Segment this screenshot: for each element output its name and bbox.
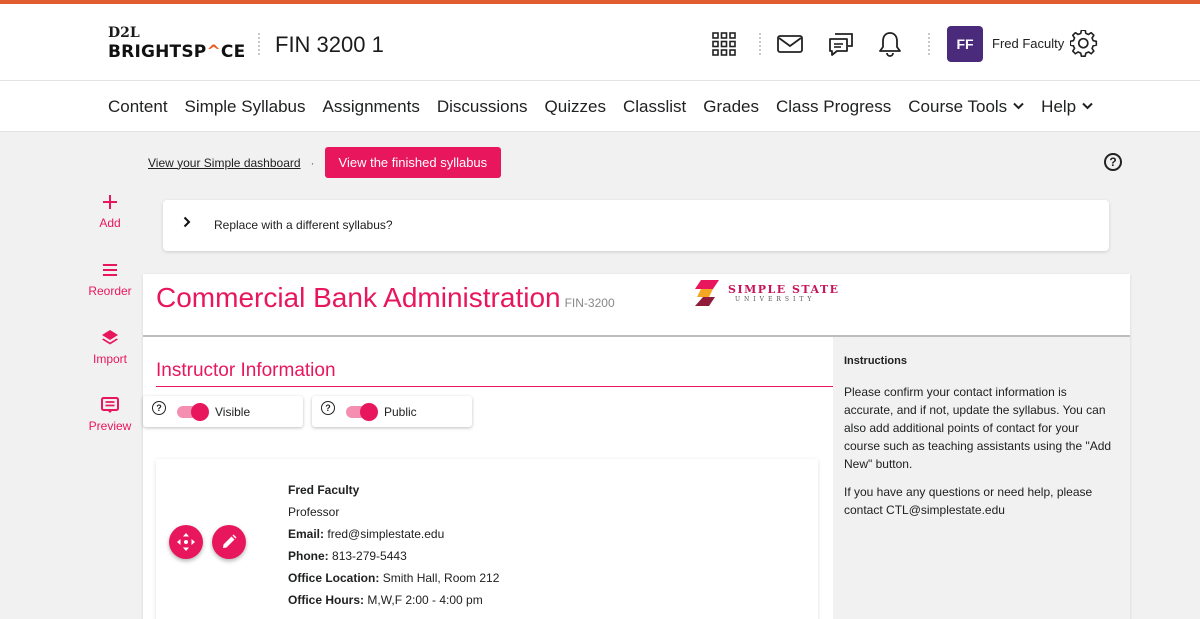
dashboard-link[interactable]: View your Simple dashboard	[148, 156, 301, 170]
sidebar-item-label: Import	[92, 352, 127, 366]
avatar[interactable]: FF	[947, 26, 983, 62]
chevron-down-icon	[1082, 101, 1093, 113]
question-icon[interactable]: ?	[152, 401, 166, 415]
instructions-help-text: If you have any questions or need help, …	[844, 485, 1093, 517]
header-divider	[258, 33, 260, 55]
app-grid-icon[interactable]	[709, 29, 739, 59]
toggle-knob[interactable]	[360, 403, 378, 421]
course-code: FIN-3200	[564, 296, 615, 310]
instructor-name: Fred Faculty	[288, 483, 360, 497]
sidebar-item-label: Reorder	[88, 284, 132, 298]
header-divider	[759, 33, 761, 55]
brightspace-logo[interactable]: D2L BRIGHTSP^CE	[108, 25, 248, 65]
bell-icon[interactable]	[875, 29, 905, 59]
course-title[interactable]: FIN 3200 1	[275, 32, 384, 58]
view-finished-syllabus-button[interactable]: View the finished syllabus	[324, 147, 502, 178]
pencil-icon	[223, 534, 237, 548]
syllabus-editor: Commercial Bank Administration FIN-3200 S…	[143, 274, 1130, 619]
separator: ·	[310, 155, 315, 170]
section-divider	[156, 386, 833, 387]
layers-icon	[84, 328, 136, 348]
reorder-icon	[84, 260, 136, 280]
logo-d2l: D2L	[108, 25, 140, 41]
public-toggle-label: Public	[384, 405, 417, 419]
university-name: SIMPLE STATE	[728, 283, 840, 296]
nav-grades[interactable]: Grades	[703, 97, 759, 117]
move-button[interactable]	[169, 525, 203, 559]
section-title: Instructor Information	[156, 360, 336, 381]
instructor-office: Office Location: Smith Hall, Room 212	[288, 571, 500, 585]
instructor-hours: Office Hours: M,W,F 2:00 - 4:00 pm	[288, 593, 483, 607]
instructions-text: Please confirm your contact information …	[844, 385, 1112, 471]
gear-icon[interactable]	[1069, 29, 1099, 59]
sidebar-item-label: Add	[99, 216, 121, 230]
university-logo-icon	[695, 280, 719, 306]
instructor-email: Email: fred@simplestate.edu	[288, 527, 445, 541]
course-name: Commercial Bank Administration FIN-3200	[156, 282, 615, 313]
instructions-panel: Instructions Please confirm your contact…	[833, 337, 1130, 619]
replace-syllabus-accordion[interactable]: Replace with a different syllabus?	[163, 200, 1109, 251]
syllabus-toolbar: View your Simple dashboard · View the fi…	[148, 147, 502, 178]
toggle-knob[interactable]	[191, 403, 209, 421]
sidebar-item-add[interactable]: Add	[84, 192, 136, 230]
sidebar-item-label: Preview	[88, 419, 132, 433]
chat-icon[interactable]	[826, 29, 856, 59]
edit-button[interactable]	[212, 525, 246, 559]
nav-simple-syllabus[interactable]: Simple Syllabus	[185, 97, 306, 117]
sidebar-item-import[interactable]: Import	[84, 328, 136, 366]
visible-toggle-label: Visible	[215, 405, 251, 419]
instructor-phone: Phone: 813-279-5443	[288, 549, 407, 563]
sidebar-item-reorder[interactable]: Reorder	[84, 260, 136, 298]
course-navbar: Content Simple Syllabus Assignments Disc…	[0, 81, 1200, 132]
sidebar-item-preview[interactable]: Preview	[84, 395, 136, 433]
global-header: D2L BRIGHTSP^CE FIN 3200 1 FF Fred Facul…	[0, 4, 1200, 81]
chevron-down-icon	[1013, 101, 1024, 113]
instructor-contact-card: Fred Faculty Professor Email: fred@simpl…	[156, 459, 818, 619]
nav-class-progress[interactable]: Class Progress	[776, 97, 891, 117]
instructor-role: Professor	[288, 505, 340, 519]
chevron-right-icon	[183, 215, 191, 231]
preview-icon	[84, 395, 136, 415]
mail-icon[interactable]	[775, 29, 805, 59]
plus-icon	[84, 192, 136, 212]
logo-brightspace: BRIGHTSP^CE	[108, 42, 246, 62]
syllabus-title-row: Commercial Bank Administration FIN-3200 S…	[143, 274, 1130, 337]
nav-discussions[interactable]: Discussions	[437, 97, 528, 117]
user-name[interactable]: Fred Faculty	[992, 36, 1064, 51]
visible-toggle-card: ? Visible	[143, 396, 303, 427]
move-icon	[177, 533, 195, 551]
help-icon[interactable]: ?	[1104, 153, 1122, 171]
university-subtitle: UNIVERSITY	[735, 296, 816, 303]
nav-classlist[interactable]: Classlist	[623, 97, 686, 117]
nav-help[interactable]: Help	[1041, 97, 1093, 117]
question-icon[interactable]: ?	[321, 401, 335, 415]
nav-content[interactable]: Content	[108, 97, 168, 117]
nav-quizzes[interactable]: Quizzes	[545, 97, 606, 117]
header-divider	[928, 33, 930, 55]
nav-assignments[interactable]: Assignments	[323, 97, 420, 117]
public-toggle-card: ? Public	[312, 396, 472, 427]
nav-course-tools[interactable]: Course Tools	[908, 97, 1024, 117]
replace-syllabus-label: Replace with a different syllabus?	[214, 218, 393, 232]
instructions-title: Instructions	[844, 355, 907, 367]
